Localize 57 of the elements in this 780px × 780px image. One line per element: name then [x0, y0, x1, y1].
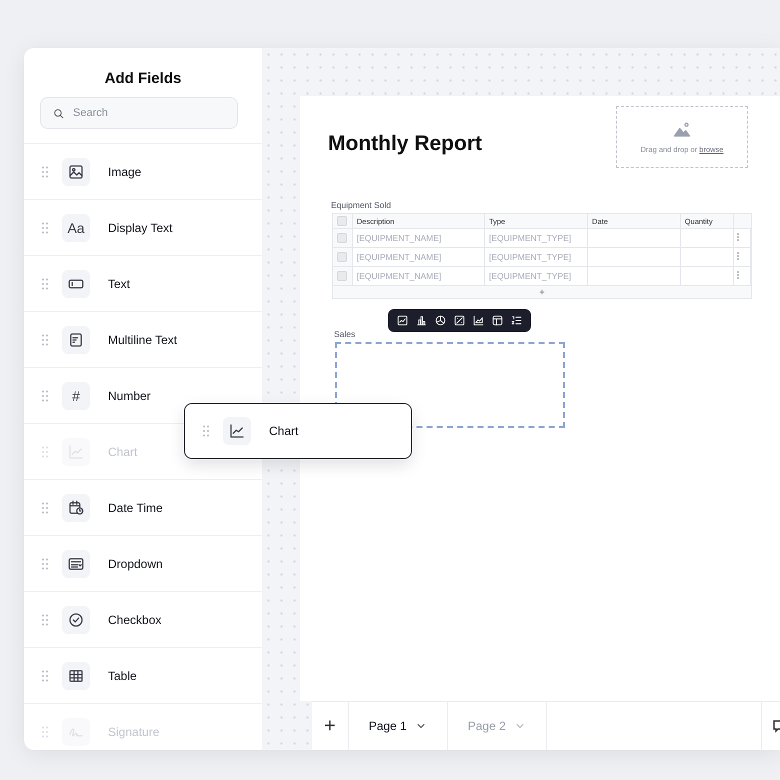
dropdown-icon: [62, 550, 90, 578]
table-cell: [EQUIPMENT_NAME]: [356, 233, 442, 243]
comment-icon[interactable]: [773, 719, 780, 733]
field-type-glyph: #: [62, 382, 90, 410]
drag-handle-icon[interactable]: [42, 278, 48, 290]
scatter-chart-icon[interactable]: [453, 314, 466, 327]
area-chart-icon[interactable]: [472, 314, 485, 327]
drag-handle-icon[interactable]: [42, 614, 48, 626]
drag-handle-icon[interactable]: [42, 222, 48, 234]
field-item[interactable]: Date Time: [24, 480, 262, 536]
select-all-checkbox[interactable]: [337, 216, 347, 226]
grid-icon[interactable]: [491, 314, 504, 327]
bar-chart-icon[interactable]: [415, 314, 428, 327]
line-graph-icon[interactable]: [396, 314, 409, 327]
mountain-icon: [673, 120, 691, 138]
row-checkbox[interactable]: [337, 233, 347, 244]
field-item[interactable]: Checkbox: [24, 592, 262, 648]
text-field-icon: [62, 270, 90, 298]
field-item[interactable]: Table: [24, 648, 262, 704]
calendar-clock-icon: [62, 494, 90, 522]
drag-handle-icon[interactable]: [42, 558, 48, 570]
field-item[interactable]: Aa Display Text: [24, 200, 262, 256]
chart-label: Sales: [334, 329, 356, 339]
line-chart-icon: [223, 417, 251, 445]
drag-handle-icon[interactable]: [42, 334, 48, 346]
panel-title: Add Fields: [104, 70, 182, 87]
line-chart-icon: [62, 438, 90, 466]
add-row-button[interactable]: +: [333, 286, 751, 298]
report-title: Monthly Report: [328, 132, 482, 157]
table-cell: [EQUIPMENT_TYPE]: [488, 252, 572, 262]
drag-handle-icon[interactable]: [42, 670, 48, 682]
drag-handle-icon[interactable]: [203, 425, 209, 437]
drag-handle-icon[interactable]: [42, 390, 48, 402]
row-checkbox[interactable]: [337, 252, 347, 262]
drag-handle-icon[interactable]: [42, 726, 48, 738]
search-field[interactable]: Search: [40, 97, 238, 129]
drag-handle-icon[interactable]: [42, 446, 48, 458]
table-cell: [EQUIPMENT_TYPE]: [488, 233, 572, 243]
field-item[interactable]: Multiline Text: [24, 312, 262, 368]
drag-handle-icon[interactable]: [42, 502, 48, 514]
paragraph-icon: [62, 326, 90, 354]
drag-preview-overlay[interactable]: Chart: [184, 403, 412, 459]
table-icon: [62, 662, 90, 690]
pie-chart-icon[interactable]: [434, 314, 447, 327]
row-checkbox[interactable]: [337, 271, 347, 282]
field-item[interactable]: Text: [24, 256, 262, 312]
field-type-glyph: Aa: [62, 214, 90, 242]
field-item[interactable]: Dropdown: [24, 536, 262, 592]
image-icon: [62, 158, 90, 186]
numbered-list-icon[interactable]: [510, 314, 523, 327]
field-item[interactable]: Image: [24, 144, 262, 200]
table-title: Equipment Sold: [331, 200, 392, 210]
signature-icon: [62, 718, 90, 746]
table-cell: [EQUIPMENT_NAME]: [356, 271, 442, 281]
table-cell: [EQUIPMENT_TYPE]: [488, 271, 572, 281]
table-cell: [EQUIPMENT_NAME]: [356, 252, 442, 262]
drag-handle-icon[interactable]: [42, 166, 48, 178]
